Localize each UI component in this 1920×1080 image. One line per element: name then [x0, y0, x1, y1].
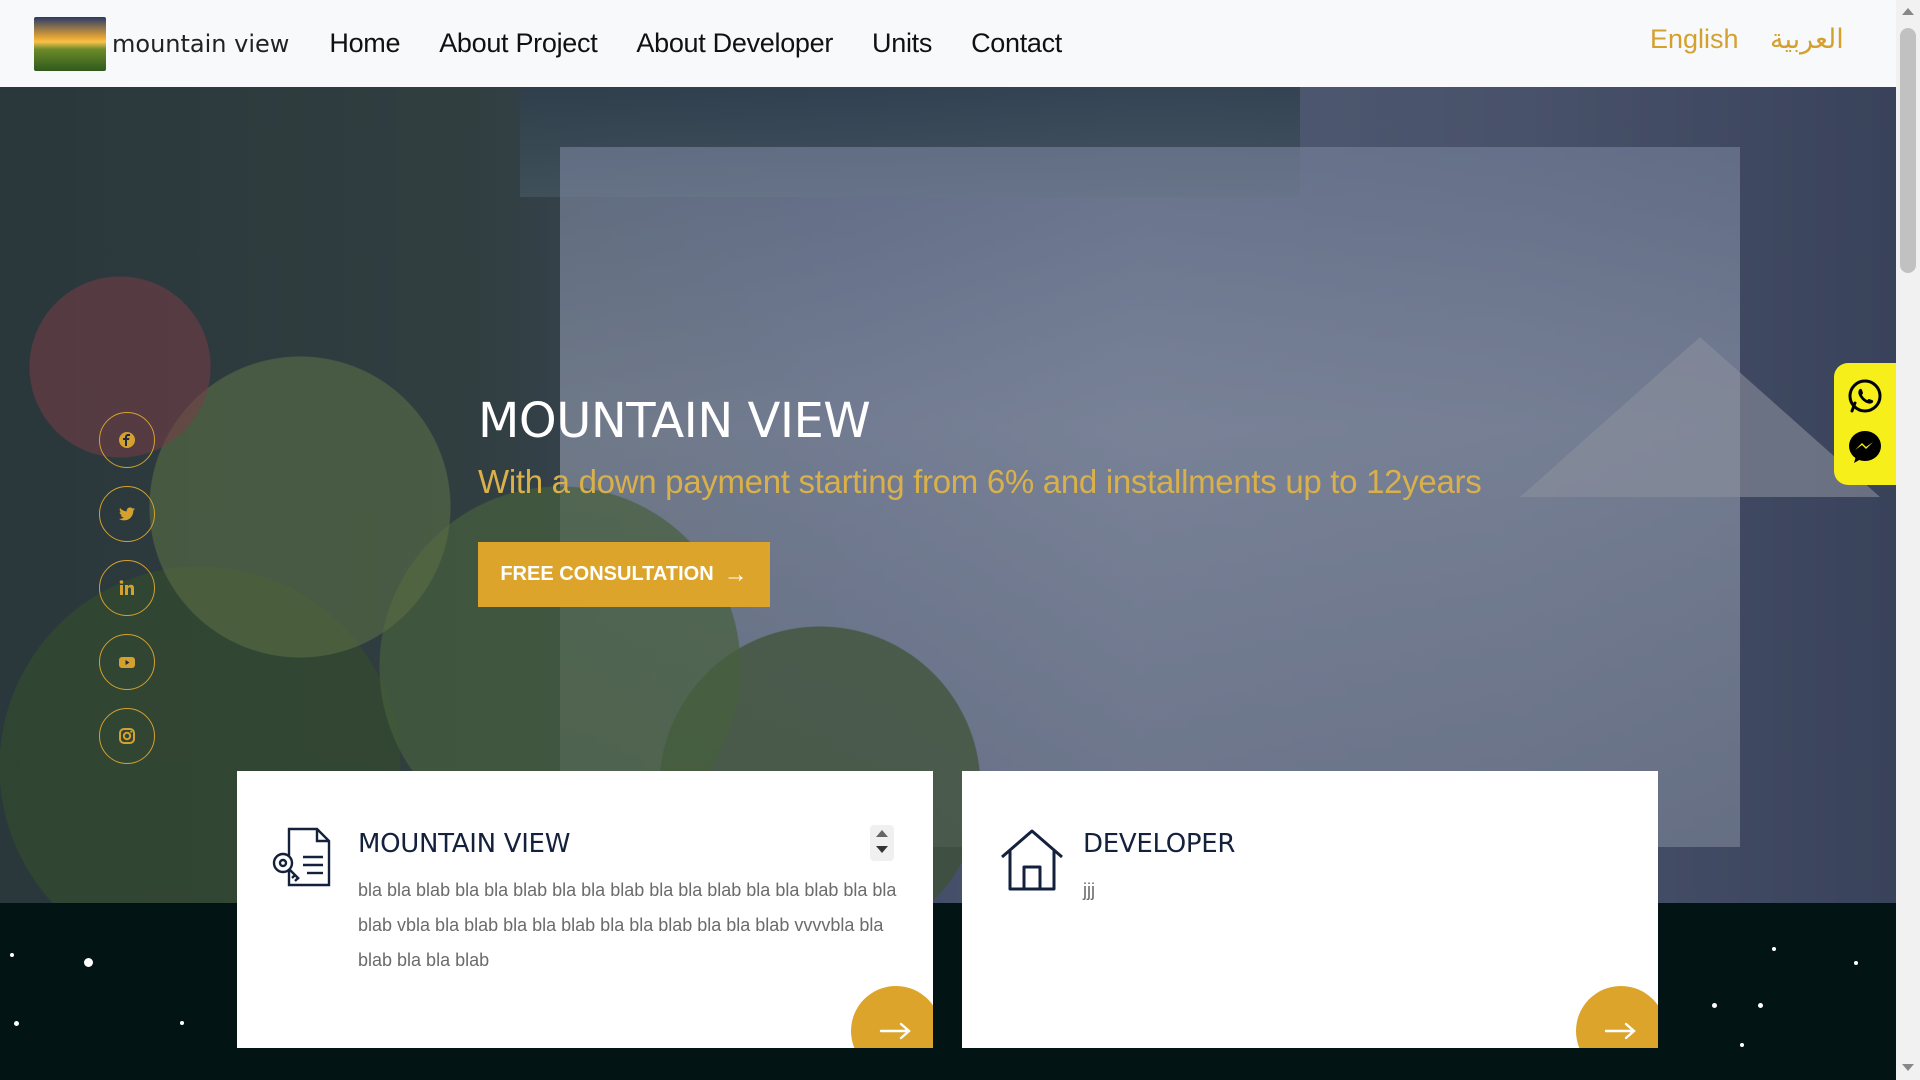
card-text-scroller[interactable]: [870, 825, 894, 861]
floating-chat-panel: [1834, 363, 1896, 485]
card-text: jjj: [1083, 880, 1095, 900]
house-icon: [996, 823, 1068, 895]
landscape-logo: [34, 16, 106, 71]
card-arrow-button[interactable]: [851, 986, 933, 1048]
facebook-icon[interactable]: [99, 412, 155, 468]
nav-link-about-project[interactable]: About Project: [439, 28, 598, 59]
scroll-up-icon[interactable]: [876, 830, 888, 837]
whatsapp-icon[interactable]: [1846, 377, 1884, 420]
free-consultation-button[interactable]: FREE CONSULTATION →: [478, 542, 770, 607]
arrow-right-icon: [1604, 1022, 1636, 1040]
nav-link-about-developer[interactable]: About Developer: [636, 28, 833, 59]
document-key-icon: [271, 823, 343, 895]
nav-link-home[interactable]: Home: [329, 28, 400, 59]
language-arabic-link[interactable]: العربية: [1770, 24, 1844, 55]
card-title: MOUNTAIN VIEW: [358, 829, 571, 859]
star: [1712, 1003, 1717, 1008]
card-text: bla bla blab bla bla blab bla bla blab b…: [358, 880, 897, 970]
messenger-icon[interactable]: [1846, 428, 1884, 471]
nav-link-units[interactable]: Units: [872, 28, 932, 59]
star: [180, 1021, 184, 1025]
youtube-icon[interactable]: [99, 634, 155, 690]
star: [1772, 947, 1776, 951]
language-english-link[interactable]: English: [1650, 24, 1739, 55]
brand-name: mountain view: [112, 29, 290, 58]
developer-card: DEVELOPER jjj: [962, 771, 1658, 1048]
scroll-down-arrow[interactable]: [1902, 1064, 1914, 1071]
hero-title: MOUNTAIN VIEW: [478, 393, 871, 449]
brand[interactable]: mountain view: [34, 16, 290, 71]
card-title: DEVELOPER: [1083, 829, 1236, 859]
project-card: MOUNTAIN VIEW bla bla blab bla bla blab …: [237, 771, 933, 1048]
cta-label: FREE CONSULTATION: [500, 563, 714, 585]
page-scrollbar[interactable]: [1896, 0, 1920, 1080]
scroll-down-icon[interactable]: [876, 846, 888, 853]
star: [84, 958, 93, 967]
twitter-icon[interactable]: [99, 486, 155, 542]
star: [1740, 1043, 1744, 1047]
star: [1854, 961, 1858, 965]
nav-link-contact[interactable]: Contact: [971, 28, 1062, 59]
arrow-right-icon: →: [723, 560, 748, 588]
scrollbar-thumb[interactable]: [1900, 28, 1916, 273]
scroll-up-arrow[interactable]: [1902, 8, 1914, 15]
star: [1758, 1003, 1763, 1008]
hero-subtitle: With a down payment starting from 6% and…: [478, 463, 1482, 500]
card-arrow-button[interactable]: [1576, 986, 1658, 1048]
instagram-icon[interactable]: [99, 708, 155, 764]
arrow-right-icon: [879, 1022, 911, 1040]
main-nav: Home About Project About Developer Units…: [329, 28, 1101, 59]
hero-content: MOUNTAIN VIEW With a down payment starti…: [478, 393, 1482, 501]
star: [14, 1021, 19, 1026]
navbar: mountain view Home About Project About D…: [0, 0, 1896, 87]
star: [10, 953, 14, 957]
linkedin-icon[interactable]: [99, 560, 155, 616]
